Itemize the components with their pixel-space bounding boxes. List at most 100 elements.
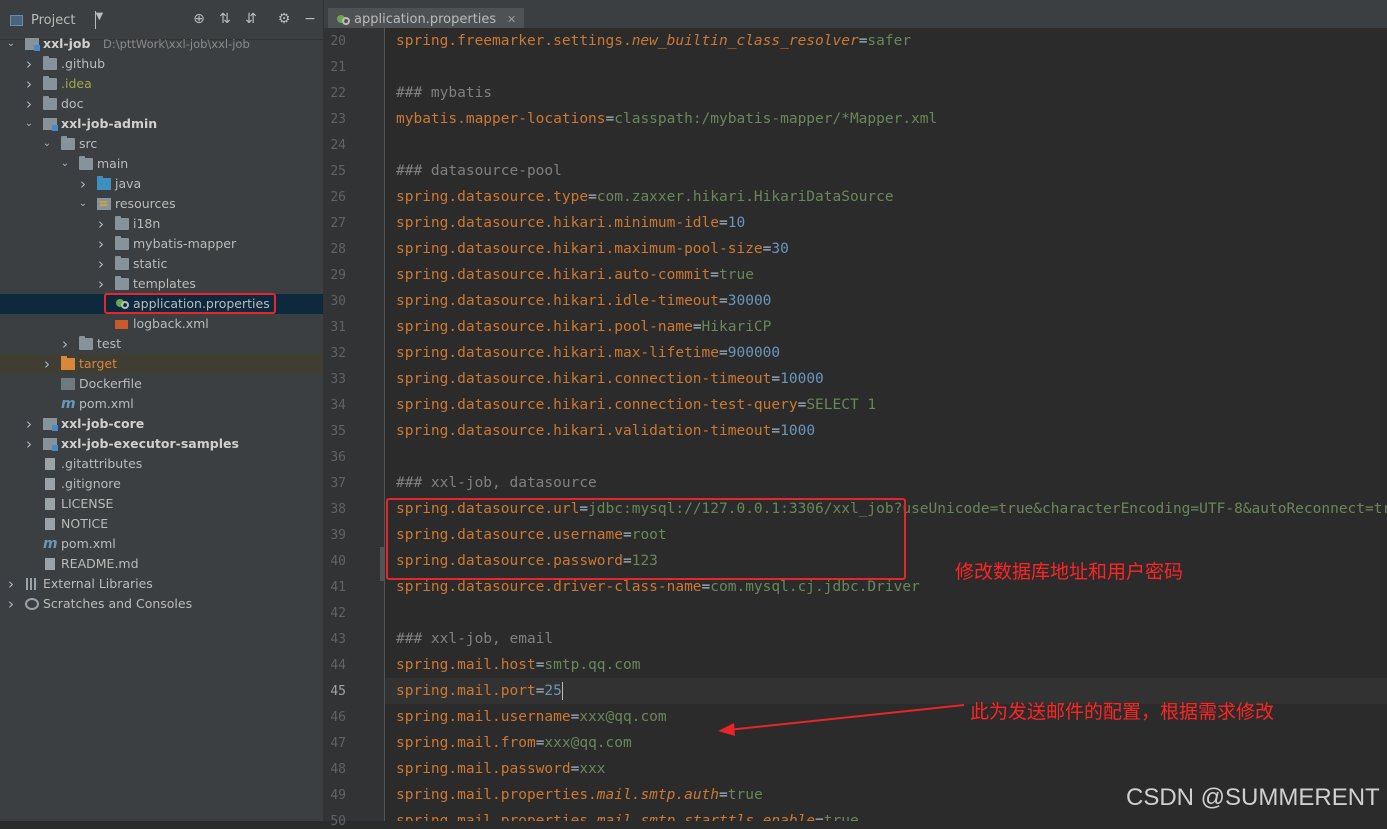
tree-item[interactable]: m pom.xml <box>0 534 323 554</box>
code-line[interactable]: spring.mail.host=smtp.qq.com <box>396 652 640 678</box>
code-token: spring.mail.properties. <box>396 813 597 821</box>
chevron-right-icon[interactable]: › <box>23 54 35 74</box>
code-line[interactable]: spring.datasource.hikari.auto-commit=tru… <box>396 262 754 288</box>
code-line[interactable]: spring.datasource.hikari.max-lifetime=90… <box>396 340 780 366</box>
code-line[interactable]: ### xxl-job, email <box>396 626 553 652</box>
tree-item[interactable]: logback.xml <box>0 314 323 334</box>
code-line[interactable]: spring.mail.port=25 <box>396 678 563 704</box>
tree-item-label: NOTICE <box>61 516 109 531</box>
code-token: = <box>701 579 711 595</box>
code-token: spring.datasource.hikari.validation-time… <box>396 423 772 439</box>
code-line[interactable]: spring.mail.from=xxx@qq.com <box>396 730 632 756</box>
chevron-right-icon[interactable]: › <box>5 574 17 594</box>
tree-item[interactable]: › static <box>0 254 323 274</box>
folder-icon <box>61 136 75 150</box>
chevron-right-icon[interactable]: › <box>23 414 35 434</box>
code-line[interactable]: spring.datasource.hikari.maximum-pool-si… <box>396 236 789 262</box>
tree-item[interactable]: › xxl-job-executor-samples <box>0 434 323 454</box>
chevron-down-icon[interactable]: ⌄ <box>77 194 89 214</box>
tree-item[interactable]: › .github <box>0 54 323 74</box>
code-line[interactable]: spring.datasource.hikari.idle-timeout=30… <box>396 288 771 314</box>
code-token: spring.datasource.driver-class-name <box>396 579 702 595</box>
tree-item[interactable]: › i18n <box>0 214 323 234</box>
chevron-down-icon[interactable]: ⌄ <box>59 154 71 174</box>
code-line[interactable]: spring.freemarker.settings.new_builtin_c… <box>396 28 911 54</box>
tree-item[interactable]: ⌄ resources <box>0 194 323 214</box>
chevron-down-icon[interactable]: ▼ <box>95 11 103 29</box>
code-line[interactable]: ### datasource-pool <box>396 158 562 184</box>
watermark: CSDN @SUMMERENT <box>1126 784 1380 811</box>
tree-item[interactable]: › xxl-job-core <box>0 414 323 434</box>
minimize-icon[interactable]: − <box>302 11 318 27</box>
code-line[interactable]: spring.datasource.hikari.connection-time… <box>396 366 824 392</box>
chevron-right-icon[interactable]: › <box>95 254 107 274</box>
code-line[interactable]: spring.mail.properties.mail.smtp.starttl… <box>396 808 859 821</box>
tree-item[interactable]: › doc <box>0 94 323 114</box>
code-line[interactable]: mybatis.mapper-locations=classpath:/myba… <box>396 106 937 132</box>
code-token: spring.datasource.hikari.connection-time… <box>396 371 772 387</box>
code-line[interactable]: spring.mail.properties.mail.smtp.auth=tr… <box>396 782 763 808</box>
chevron-right-icon[interactable]: › <box>77 174 89 194</box>
tree-item[interactable]: m pom.xml <box>0 394 323 414</box>
folder-icon <box>43 96 57 110</box>
line-number: 48 <box>330 762 346 777</box>
code-token: com.mysql.cj.jdbc.Driver <box>710 579 920 595</box>
tree-item-label: xxl-job-executor-samples <box>61 436 239 451</box>
tree-item[interactable]: ⌄ xxl-job-admin <box>0 114 323 134</box>
code-line[interactable]: spring.datasource.hikari.pool-name=Hikar… <box>396 314 771 340</box>
tree-item[interactable]: ⌄ src <box>0 134 323 154</box>
code-line[interactable]: ### xxl-job, datasource <box>396 470 597 496</box>
tree-item-label: Scratches and Consoles <box>43 596 193 611</box>
chevron-right-icon[interactable]: › <box>23 434 35 454</box>
locate-file-icon[interactable]: ⊕ <box>191 11 207 27</box>
expand-all-icon[interactable]: ⇅ <box>217 11 233 27</box>
chevron-right-icon[interactable]: › <box>41 354 53 374</box>
code-line[interactable]: spring.mail.username=xxx@qq.com <box>396 704 667 730</box>
code-line[interactable]: spring.mail.password=xxx <box>396 756 606 782</box>
chevron-right-icon[interactable]: › <box>23 74 35 94</box>
chevron-right-icon[interactable]: › <box>95 214 107 234</box>
tree-item[interactable]: .gitattributes <box>0 454 323 474</box>
tree-item[interactable]: › test <box>0 334 323 354</box>
line-number: 25 <box>330 164 346 179</box>
tree-item[interactable]: .gitignore <box>0 474 323 494</box>
tree-item[interactable]: › target <box>0 354 323 374</box>
code-token: spring.mail.host <box>396 657 536 673</box>
chevron-down-icon[interactable]: ⌄ <box>41 134 53 154</box>
tree-item[interactable]: ⌄ xxl-job D:\pttWork\xxl-job\xxl-job <box>0 34 323 54</box>
collapse-all-icon[interactable]: ⇵ <box>243 11 259 27</box>
tree-item[interactable]: › java <box>0 174 323 194</box>
change-marker <box>380 547 384 581</box>
tree-item[interactable]: Dockerfile <box>0 374 323 394</box>
gear-icon[interactable]: ⚙ <box>276 11 292 27</box>
chevron-down-icon[interactable]: ⌄ <box>5 34 17 54</box>
tree-item[interactable]: ⌄ main <box>0 154 323 174</box>
folder-icon <box>43 76 57 90</box>
code-line[interactable]: spring.datasource.type=com.zaxxer.hikari… <box>396 184 894 210</box>
code-line[interactable]: ### mybatis <box>396 80 492 106</box>
chevron-right-icon[interactable]: › <box>95 234 107 254</box>
text-file-icon <box>45 518 55 530</box>
chevron-right-icon[interactable]: › <box>23 94 35 114</box>
tree-item[interactable]: LICENSE <box>0 494 323 514</box>
tree-item[interactable]: › .idea <box>0 74 323 94</box>
code-line[interactable]: spring.datasource.hikari.connection-test… <box>396 392 876 418</box>
tree-item[interactable]: › Scratches and Consoles <box>0 594 323 614</box>
code-token: mybatis.mapper-locations <box>396 111 606 127</box>
line-number: 28 <box>330 242 346 257</box>
chevron-right-icon[interactable]: › <box>59 334 71 354</box>
chevron-right-icon[interactable]: › <box>95 274 107 294</box>
chevron-right-icon[interactable]: › <box>5 594 17 614</box>
tree-item[interactable]: › External Libraries <box>0 574 323 594</box>
code-line[interactable]: spring.datasource.hikari.validation-time… <box>396 418 815 444</box>
tree-item[interactable]: › mybatis-mapper <box>0 234 323 254</box>
tree-item-label: src <box>79 136 98 151</box>
chevron-down-icon[interactable]: ⌄ <box>23 114 35 134</box>
tree-item[interactable]: NOTICE <box>0 514 323 534</box>
code-token: ### xxl-job, email <box>396 631 554 647</box>
tree-item[interactable]: README.md <box>0 554 323 574</box>
project-view-selector[interactable]: Project ▼ <box>10 11 103 29</box>
tree-item[interactable]: › templates <box>0 274 323 294</box>
code-line[interactable]: spring.datasource.hikari.minimum-idle=10 <box>396 210 745 236</box>
folder-icon <box>115 236 129 250</box>
